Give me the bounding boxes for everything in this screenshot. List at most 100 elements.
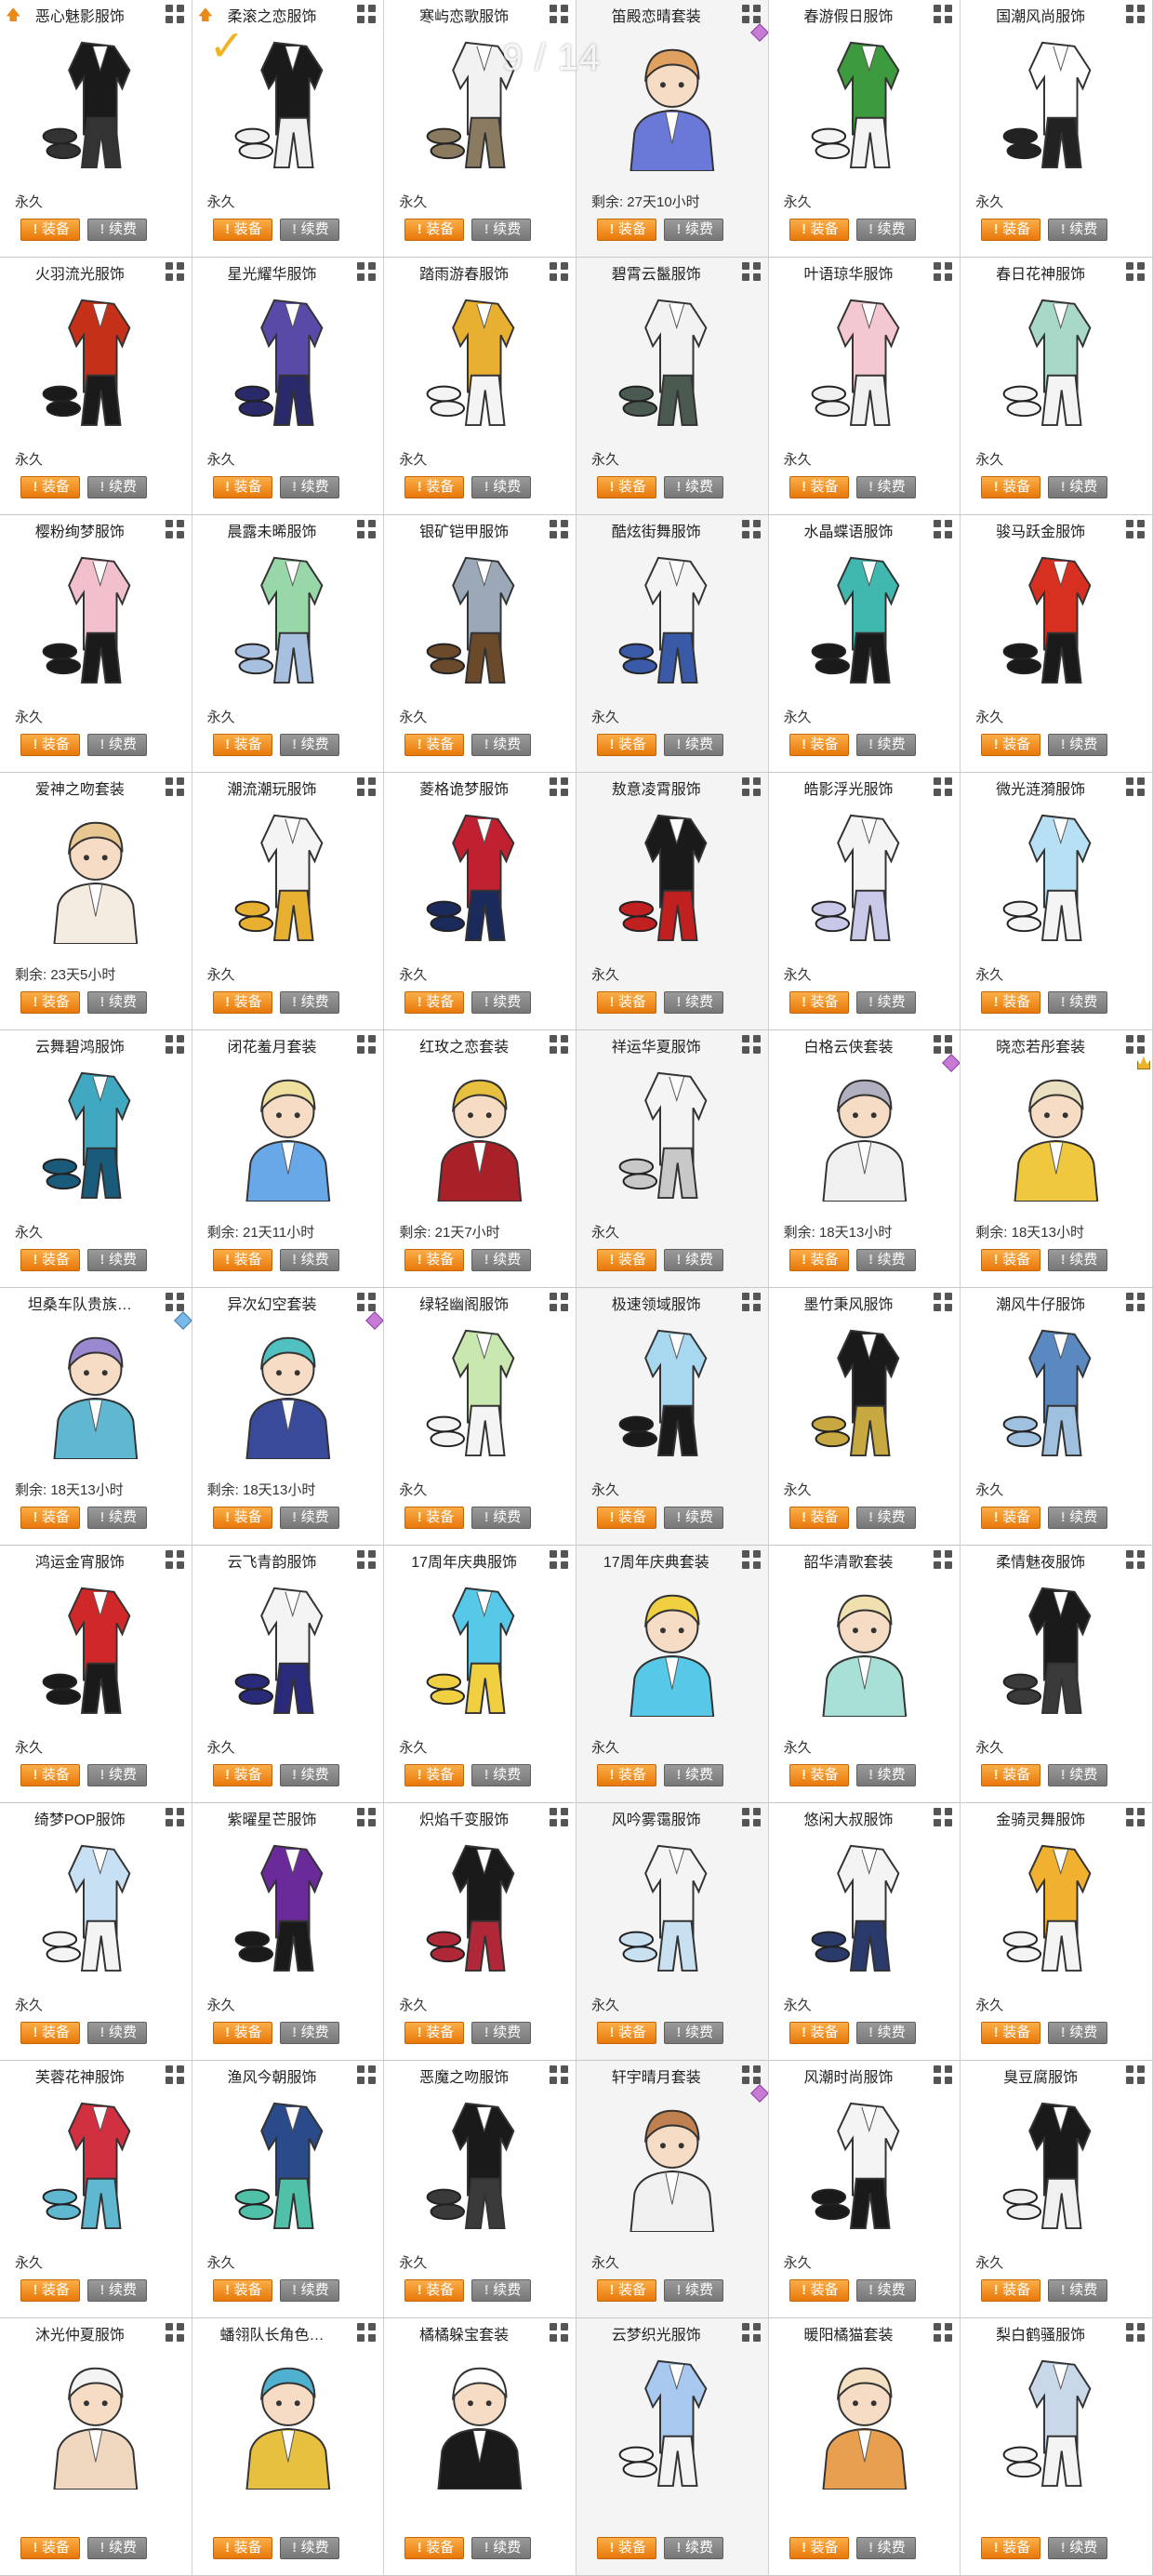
- preview-grid-icon[interactable]: [165, 1808, 184, 1826]
- equip-button[interactable]: 装备: [596, 734, 656, 756]
- preview-grid-icon[interactable]: [1125, 5, 1145, 23]
- renew-button[interactable]: 续费: [471, 2279, 532, 2302]
- renew-button[interactable]: 续费: [1048, 1764, 1108, 1786]
- preview-grid-icon[interactable]: [741, 1550, 761, 1569]
- outfit-card[interactable]: 梨白鹤骚服饰装备续费: [961, 2318, 1153, 2576]
- outfit-card[interactable]: 祥运华夏服饰永久装备续费: [576, 1030, 769, 1288]
- equip-button[interactable]: 装备: [981, 219, 1041, 241]
- outfit-card[interactable]: 异次幻空套装剩余: 18天13小时装备续费: [192, 1288, 385, 1546]
- equip-button[interactable]: 装备: [20, 476, 80, 498]
- equip-button[interactable]: 装备: [20, 2022, 80, 2044]
- renew-button[interactable]: 续费: [855, 991, 916, 1014]
- equip-button[interactable]: 装备: [981, 734, 1041, 756]
- preview-grid-icon[interactable]: [357, 1293, 377, 1311]
- preview-grid-icon[interactable]: [934, 1550, 953, 1569]
- equip-button[interactable]: 装备: [20, 219, 80, 241]
- preview-grid-icon[interactable]: [934, 2323, 953, 2342]
- equip-button[interactable]: 装备: [20, 1507, 80, 1529]
- outfit-card[interactable]: 潮流潮玩服饰永久装备续费: [192, 773, 385, 1030]
- renew-button[interactable]: 续费: [663, 2022, 723, 2044]
- renew-button[interactable]: 续费: [87, 734, 147, 756]
- preview-grid-icon[interactable]: [934, 1808, 953, 1826]
- renew-button[interactable]: 续费: [855, 1507, 916, 1529]
- renew-button[interactable]: 续费: [1048, 2279, 1108, 2302]
- renew-button[interactable]: 续费: [279, 2022, 339, 2044]
- outfit-card[interactable]: 🡅柔滚之恋服饰✓永久装备续费: [192, 0, 385, 258]
- outfit-card[interactable]: 水晶蝶语服饰永久装备续费: [768, 515, 961, 773]
- preview-grid-icon[interactable]: [357, 1550, 377, 1569]
- renew-button[interactable]: 续费: [471, 476, 532, 498]
- outfit-card[interactable]: 风潮时尚服饰永久装备续费: [768, 2061, 961, 2318]
- renew-button[interactable]: 续费: [855, 2022, 916, 2044]
- outfit-card[interactable]: 晓恋若彤套装剩余: 18天13小时装备续费: [961, 1030, 1153, 1288]
- equip-button[interactable]: 装备: [789, 476, 849, 498]
- renew-button[interactable]: 续费: [87, 476, 147, 498]
- equip-button[interactable]: 装备: [404, 2279, 465, 2302]
- renew-button[interactable]: 续费: [663, 1249, 723, 1271]
- renew-button[interactable]: 续费: [663, 2537, 723, 2559]
- outfit-card[interactable]: 爱神之吻套装剩余: 23天5小时装备续费: [0, 773, 192, 1030]
- renew-button[interactable]: 续费: [855, 476, 916, 498]
- equip-button[interactable]: 装备: [212, 2537, 272, 2559]
- outfit-card[interactable]: 轩宇晴月套装永久装备续费: [576, 2061, 769, 2318]
- renew-button[interactable]: 续费: [279, 1507, 339, 1529]
- renew-button[interactable]: 续费: [855, 1249, 916, 1271]
- outfit-card[interactable]: 皓影浮光服饰永久装备续费: [768, 773, 961, 1030]
- equip-button[interactable]: 装备: [404, 2022, 465, 2044]
- outfit-card[interactable]: 云梦织光服饰装备续费: [576, 2318, 769, 2576]
- renew-button[interactable]: 续费: [279, 1249, 339, 1271]
- renew-button[interactable]: 续费: [663, 991, 723, 1014]
- renew-button[interactable]: 续费: [471, 219, 532, 241]
- renew-button[interactable]: 续费: [279, 476, 339, 498]
- outfit-card[interactable]: 极速领域服饰永久装备续费: [576, 1288, 769, 1546]
- renew-button[interactable]: 续费: [663, 1764, 723, 1786]
- renew-button[interactable]: 续费: [87, 1507, 147, 1529]
- outfit-card[interactable]: 火羽流光服饰永久装备续费: [0, 258, 192, 515]
- renew-button[interactable]: 续费: [87, 2022, 147, 2044]
- equip-button[interactable]: 装备: [981, 1507, 1041, 1529]
- equip-button[interactable]: 装备: [212, 1764, 272, 1786]
- outfit-card[interactable]: 芙蓉花神服饰永久装备续费: [0, 2061, 192, 2318]
- outfit-card[interactable]: 臭豆腐服饰永久装备续费: [961, 2061, 1153, 2318]
- equip-button[interactable]: 装备: [596, 2537, 656, 2559]
- equip-button[interactable]: 装备: [212, 476, 272, 498]
- preview-grid-icon[interactable]: [741, 5, 761, 23]
- equip-button[interactable]: 装备: [789, 2022, 849, 2044]
- outfit-card[interactable]: 悠闲大叔服饰永久装备续费: [768, 1803, 961, 2061]
- preview-grid-icon[interactable]: [165, 2065, 184, 2084]
- renew-button[interactable]: 续费: [1048, 991, 1108, 1014]
- preview-grid-icon[interactable]: [741, 1808, 761, 1826]
- outfit-card[interactable]: 菱格诡梦服饰永久装备续费: [384, 773, 576, 1030]
- preview-grid-icon[interactable]: [549, 5, 568, 23]
- outfit-card[interactable]: 墨竹秉风服饰永久装备续费: [768, 1288, 961, 1546]
- renew-button[interactable]: 续费: [279, 2537, 339, 2559]
- renew-button[interactable]: 续费: [1048, 2022, 1108, 2044]
- equip-button[interactable]: 装备: [212, 991, 272, 1014]
- equip-button[interactable]: 装备: [789, 734, 849, 756]
- preview-grid-icon[interactable]: [1125, 1293, 1145, 1311]
- outfit-card[interactable]: 白格云侠套装剩余: 18天13小时装备续费: [768, 1030, 961, 1288]
- outfit-card[interactable]: 云飞青韵服饰永久装备续费: [192, 1546, 385, 1803]
- equip-button[interactable]: 装备: [789, 2537, 849, 2559]
- equip-button[interactable]: 装备: [404, 1507, 465, 1529]
- outfit-card[interactable]: 坦桑车队贵族… 剩余: 18天13小时装备续费: [0, 1288, 192, 1546]
- outfit-card[interactable]: 蟠翎队长角色… 装备续费: [192, 2318, 385, 2576]
- renew-button[interactable]: 续费: [471, 1249, 532, 1271]
- preview-grid-icon[interactable]: [165, 1035, 184, 1054]
- equip-button[interactable]: 装备: [404, 476, 465, 498]
- preview-grid-icon[interactable]: [165, 1550, 184, 1569]
- renew-button[interactable]: 续费: [279, 2279, 339, 2302]
- preview-grid-icon[interactable]: [357, 2065, 377, 2084]
- outfit-card[interactable]: 云舞碧鸿服饰永久装备续费: [0, 1030, 192, 1288]
- renew-button[interactable]: 续费: [663, 476, 723, 498]
- equip-button[interactable]: 装备: [212, 1249, 272, 1271]
- renew-button[interactable]: 续费: [1048, 1507, 1108, 1529]
- outfit-card[interactable]: 酷炫街舞服饰永久装备续费: [576, 515, 769, 773]
- equip-button[interactable]: 装备: [212, 2279, 272, 2302]
- preview-grid-icon[interactable]: [1125, 1035, 1145, 1054]
- renew-button[interactable]: 续费: [471, 2537, 532, 2559]
- preview-grid-icon[interactable]: [741, 2323, 761, 2342]
- outfit-card[interactable]: 微光涟漪服饰永久装备续费: [961, 773, 1153, 1030]
- equip-button[interactable]: 装备: [404, 219, 465, 241]
- equip-button[interactable]: 装备: [789, 1507, 849, 1529]
